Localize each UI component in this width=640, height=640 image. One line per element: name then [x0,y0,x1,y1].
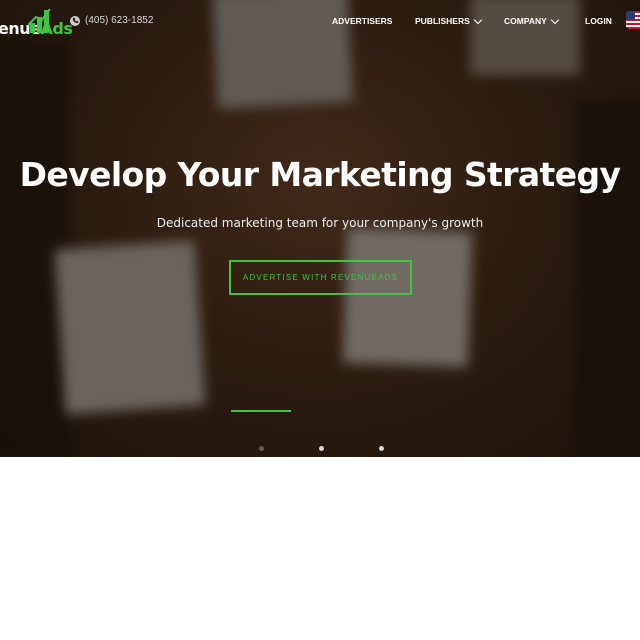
phone-contact[interactable]: (405) 623-1852 [70,15,153,26]
chevron-down-icon [550,15,560,24]
nav-company[interactable]: COMPANY [504,15,560,26]
nav-advertisers[interactable]: ADVERTISERS [332,16,392,26]
hero-title: Develop Your Marketing Strategy [19,155,621,194]
hero-slider: enueAds (405) 623-1852 ADVERTISERS PUBLI… [0,0,640,457]
slider-dot[interactable] [319,446,324,451]
slider-dot[interactable] [379,446,384,451]
chevron-down-icon [473,15,483,24]
nav-publishers[interactable]: PUBLISHERS [415,15,483,26]
slider-dot[interactable] [259,446,264,451]
phone-icon [70,15,80,26]
slide-progress-bar [231,410,291,412]
page-content-area [0,457,640,640]
logo[interactable]: enueAds [0,5,73,38]
top-navigation: enueAds (405) 623-1852 ADVERTISERS PUBLI… [0,0,640,42]
hero-subtitle: Dedicated marketing team for your compan… [156,216,484,230]
bar-chart-icon [28,8,51,33]
phone-number: (405) 623-1852 [85,15,154,26]
nav-login[interactable]: LOGIN [585,16,612,26]
advertise-button[interactable]: ADVERTISE WITH REVENUEADS [229,260,412,295]
us-flag-icon[interactable] [626,11,640,29]
